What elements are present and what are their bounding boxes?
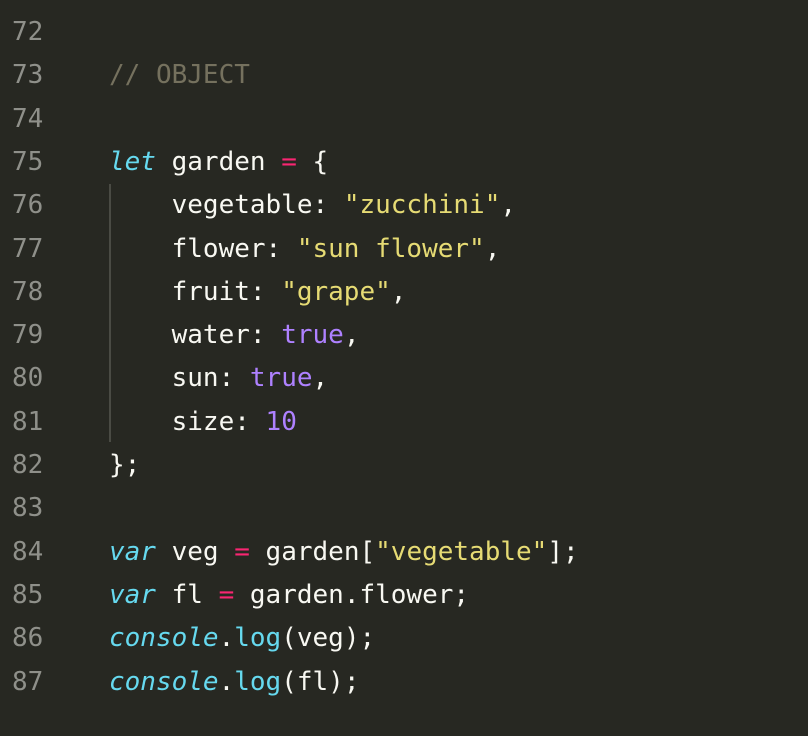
code-token-method: log xyxy=(234,623,282,654)
code-token-op: = xyxy=(281,146,297,177)
line-number: 83 xyxy=(12,493,44,524)
code-text[interactable]: let garden = { xyxy=(109,141,328,184)
line-number: 82 xyxy=(12,450,44,480)
code-line[interactable]: 80 sun: true, xyxy=(0,357,808,400)
code-token-keyword: let xyxy=(109,146,156,177)
code-text[interactable]: fruit: "grape", xyxy=(109,271,407,314)
line-number: 75 xyxy=(12,146,44,177)
code-token-keyword: var xyxy=(109,579,156,610)
code-text[interactable]: sun: true, xyxy=(109,357,329,400)
code-line[interactable]: 84 var veg = garden["vegetable"]; xyxy=(0,531,808,574)
code-token-str: "grape" xyxy=(281,276,391,307)
code-token-bool: true xyxy=(249,363,313,394)
code-line[interactable]: 79 water: true, xyxy=(0,314,808,357)
line-number: 80 xyxy=(12,363,44,394)
code-text[interactable]: console.log(veg); xyxy=(109,617,375,660)
code-token-plain: , xyxy=(312,363,329,394)
code-line[interactable]: 72 xyxy=(0,11,808,54)
code-token-plain: }; xyxy=(109,450,141,480)
code-token-plain: , xyxy=(500,190,517,221)
code-line[interactable]: 82}; xyxy=(0,444,808,487)
code-line[interactable]: 78 fruit: "grape", xyxy=(0,271,808,314)
code-token-plain: , xyxy=(484,233,501,264)
code-line[interactable]: 83 xyxy=(0,487,808,530)
line-number: 79 xyxy=(12,320,44,351)
code-text[interactable]: console.log(fl); xyxy=(109,661,359,704)
line-number: 73 xyxy=(12,60,44,91)
code-line[interactable]: 87 console.log(fl); xyxy=(0,661,808,704)
code-line[interactable]: 81 size: 10 xyxy=(0,401,808,444)
code-token-op: = xyxy=(234,536,250,567)
code-token-method: log xyxy=(234,666,282,697)
code-token-plain: size: xyxy=(109,406,266,437)
code-token-num: 10 xyxy=(265,406,297,437)
code-token-plain: fl xyxy=(155,579,219,610)
code-text[interactable]: size: 10 xyxy=(109,401,297,444)
code-token-plain: sun: xyxy=(109,363,250,394)
code-token-plain: (veg); xyxy=(281,623,376,654)
line-number: 87 xyxy=(12,666,44,697)
code-token-keyword: var xyxy=(109,536,156,567)
code-line[interactable]: 74 xyxy=(0,98,808,141)
code-token-plain: ]; xyxy=(547,536,579,567)
code-token-plain: . xyxy=(218,623,235,654)
code-token-plain: garden.flower; xyxy=(234,579,470,610)
line-number: 86 xyxy=(12,623,44,654)
code-text[interactable]: var fl = garden.flower; xyxy=(109,574,469,617)
code-text[interactable]: water: true, xyxy=(109,314,360,357)
code-token-builtin: console xyxy=(109,623,219,654)
code-editor[interactable]: 72 73// OBJECT 74 75 let garden = {76 vegeta… xyxy=(0,0,808,736)
line-number: 81 xyxy=(12,406,44,437)
code-token-builtin: console xyxy=(109,666,219,697)
code-token-plain: garden[ xyxy=(249,536,376,567)
line-number: 85 xyxy=(12,579,44,610)
code-line[interactable]: 85 var fl = garden.flower; xyxy=(0,574,808,617)
code-line[interactable]: 86 console.log(veg); xyxy=(0,617,808,660)
code-token-plain: { xyxy=(296,146,329,177)
code-token-plain: garden xyxy=(155,146,282,177)
line-number: 72 xyxy=(12,17,44,47)
line-number: 84 xyxy=(12,536,44,567)
code-token-plain: veg xyxy=(155,536,235,567)
line-number: 77 xyxy=(12,233,44,264)
code-token-plain: . xyxy=(218,666,235,697)
code-token-plain: , xyxy=(343,320,360,351)
code-token-op: = xyxy=(218,579,235,610)
code-token-plain: , xyxy=(390,276,407,307)
line-number: 74 xyxy=(12,103,44,134)
code-text[interactable]: // OBJECT xyxy=(109,54,250,97)
code-token-plain: (fl); xyxy=(281,666,360,697)
code-token-plain: vegetable: xyxy=(109,190,344,221)
code-text[interactable]: flower: "sun flower", xyxy=(109,228,501,271)
line-number: 78 xyxy=(12,276,44,307)
code-token-str: "zucchini" xyxy=(343,190,501,221)
code-token-str: "vegetable" xyxy=(375,536,548,567)
code-token-plain: water: xyxy=(109,320,282,351)
code-token-plain: flower: xyxy=(109,233,297,264)
code-text[interactable]: vegetable: "zucchini", xyxy=(109,184,516,227)
code-line[interactable]: 75 let garden = { xyxy=(0,141,808,184)
code-line[interactable]: 77 flower: "sun flower", xyxy=(0,228,808,271)
code-line[interactable]: 73 // OBJECT xyxy=(0,54,808,97)
code-text[interactable]: }; xyxy=(109,444,140,487)
code-token-plain: fruit: xyxy=(109,276,282,307)
code-token-comment: // OBJECT xyxy=(109,60,250,91)
code-token-str: "sun flower" xyxy=(296,233,485,264)
code-line[interactable]: 76 vegetable: "zucchini", xyxy=(0,184,808,227)
code-token-bool: true xyxy=(281,320,344,351)
line-number: 76 xyxy=(12,190,44,221)
code-text[interactable]: var veg = garden["vegetable"]; xyxy=(109,531,579,574)
